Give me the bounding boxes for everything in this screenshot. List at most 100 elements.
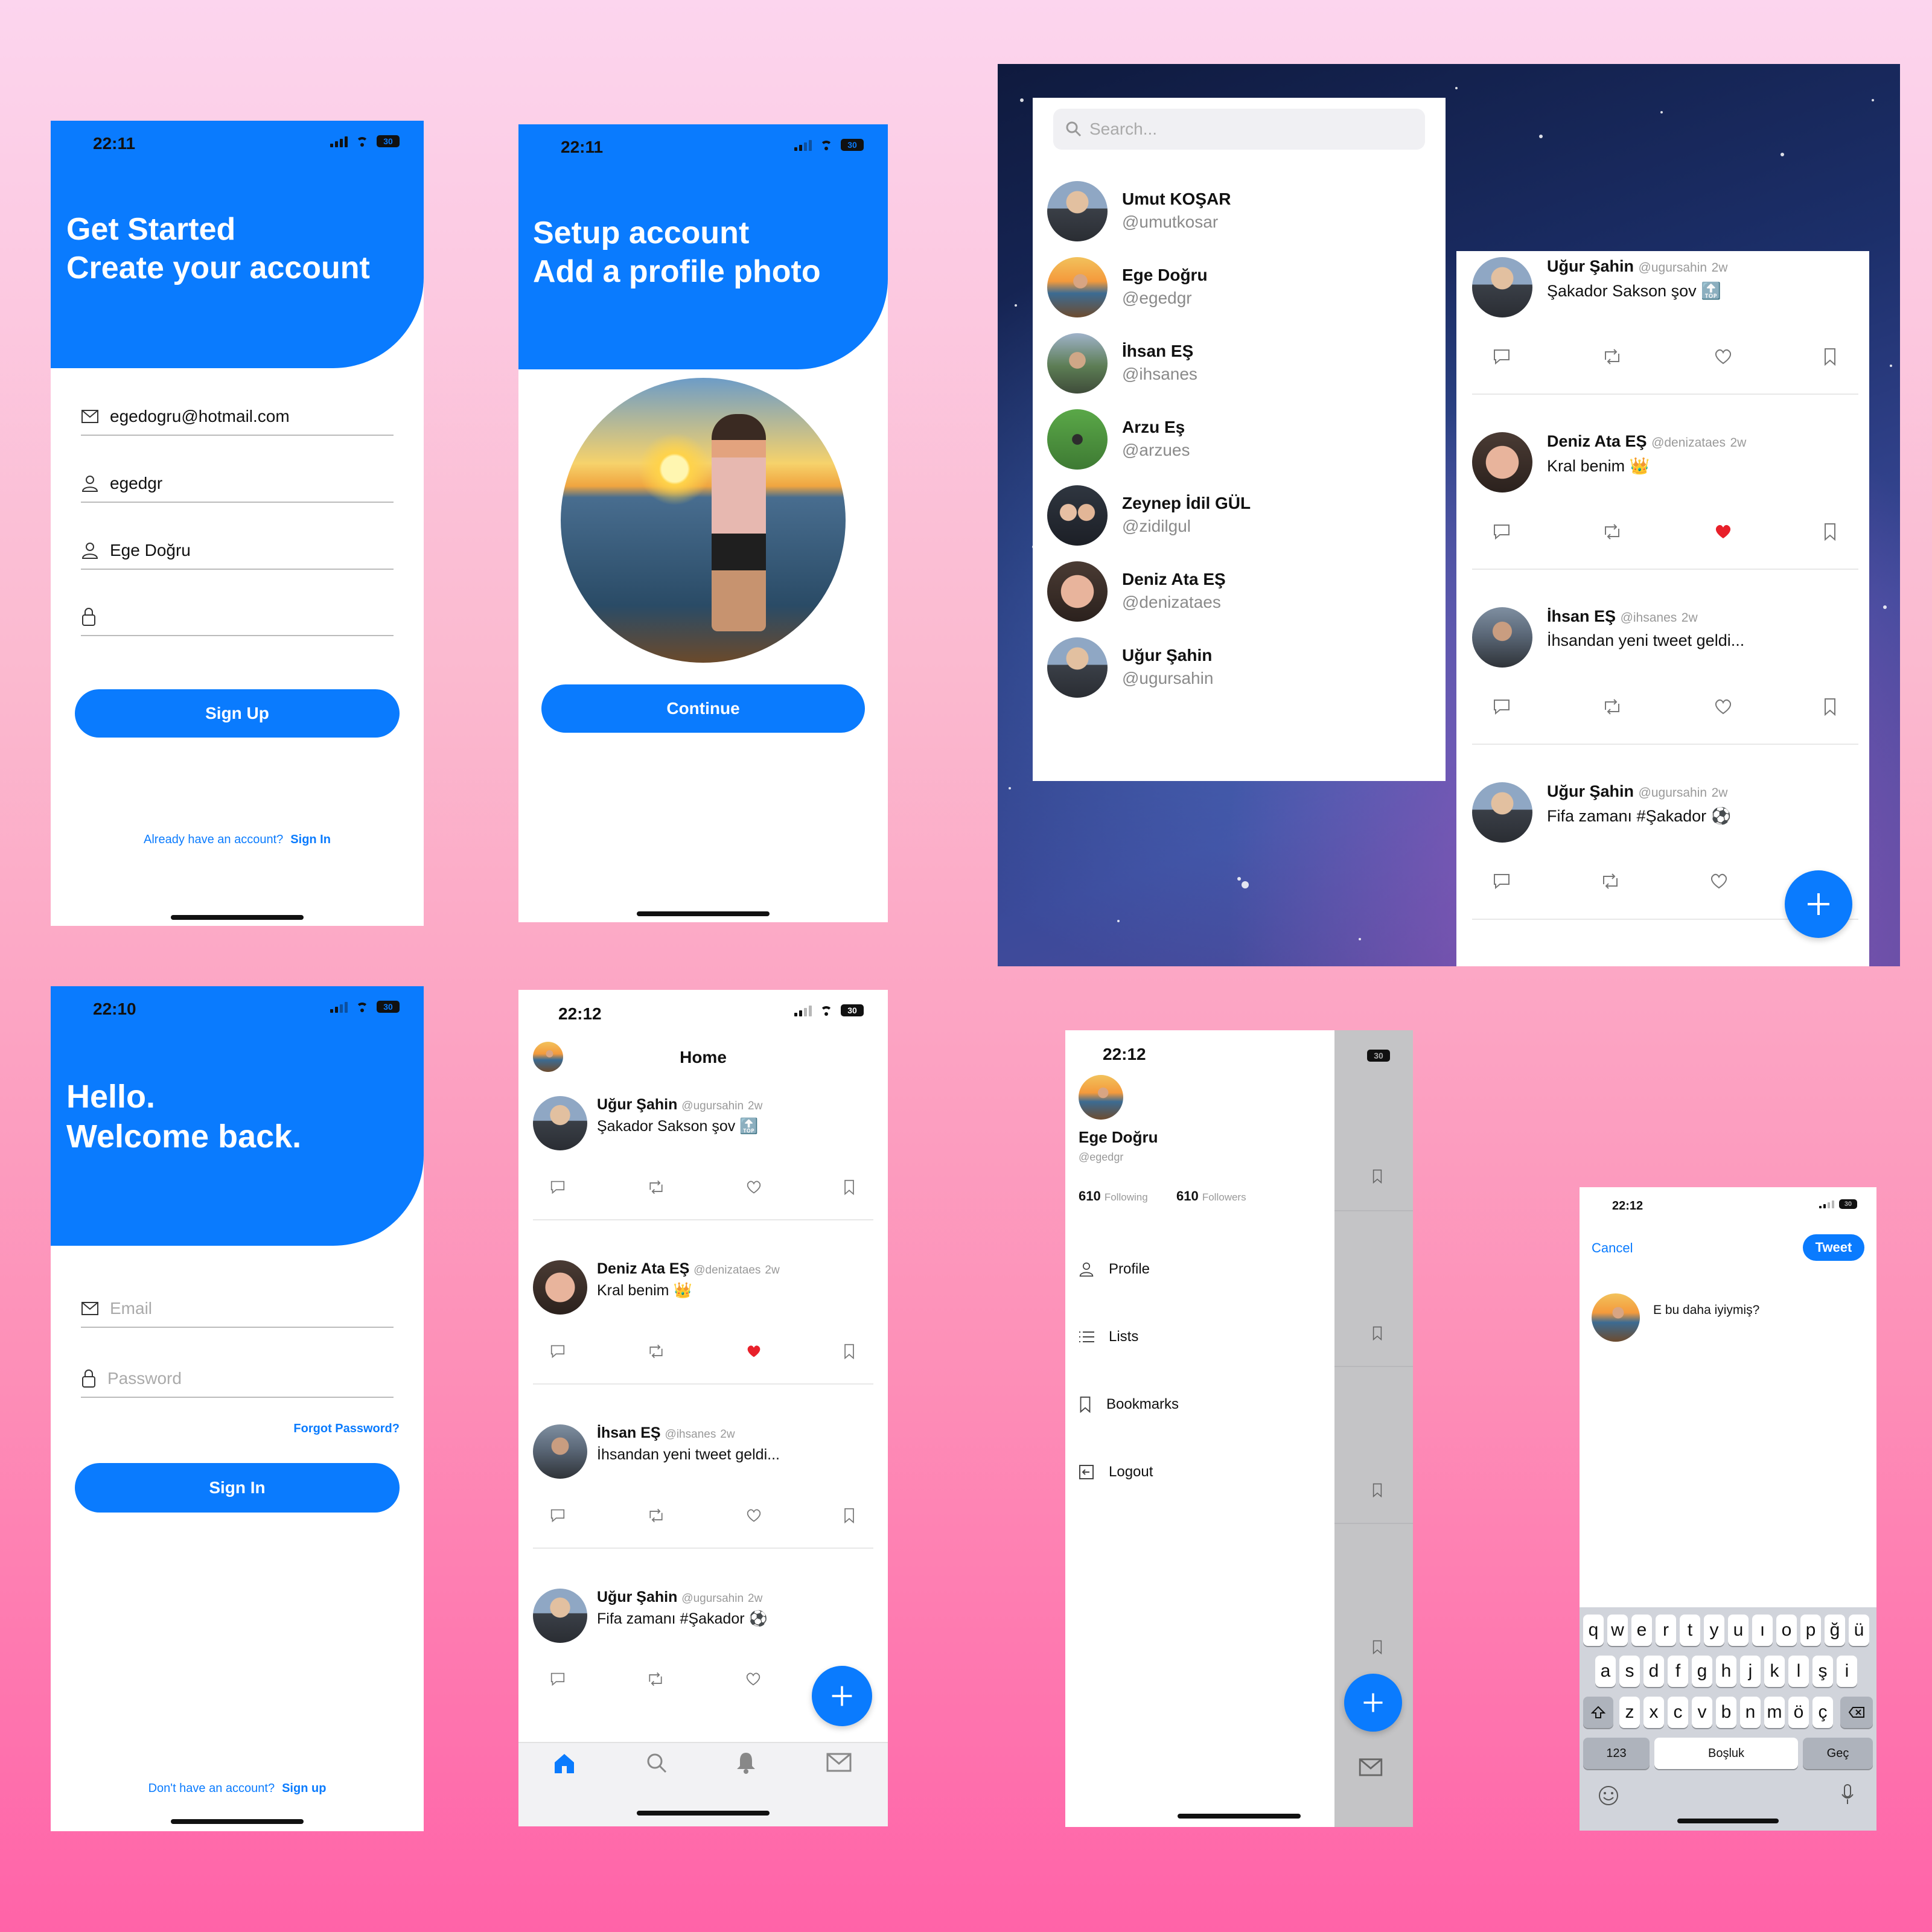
key-h[interactable]: h [1716,1656,1736,1687]
tweet-draft-input[interactable]: E bu daha iyiymiş? [1653,1303,1759,1318]
key-u[interactable]: u [1728,1615,1749,1646]
home-icon[interactable] [552,1752,576,1774]
backspace-key[interactable] [1840,1697,1873,1728]
retweet-icon[interactable] [647,1344,665,1359]
comment-icon[interactable] [1493,698,1511,715]
numbers-key[interactable]: 123 [1583,1738,1650,1769]
heart-icon[interactable] [746,1508,762,1523]
following-stat[interactable]: 610 Following [1079,1188,1148,1204]
heart-icon[interactable] [745,1672,761,1686]
bookmark-icon[interactable] [843,1508,855,1523]
key-s[interactable]: s [1619,1656,1640,1687]
menu-item-bookmarks[interactable]: Bookmarks [1079,1396,1179,1413]
key-a[interactable]: a [1595,1656,1616,1687]
key-r[interactable]: r [1656,1615,1676,1646]
compose-fab[interactable] [1344,1674,1402,1732]
key-m[interactable]: m [1764,1697,1785,1728]
cancel-button[interactable]: Cancel [1592,1240,1633,1256]
retweet-icon[interactable] [1602,524,1622,540]
key-k[interactable]: k [1764,1656,1785,1687]
key-y[interactable]: y [1704,1615,1724,1646]
forgot-password-link[interactable]: Forgot Password? [293,1422,400,1436]
retweet-icon[interactable] [646,1672,665,1686]
key-i[interactable]: i [1837,1656,1857,1687]
key-g[interactable]: g [1692,1656,1712,1687]
menu-item-logout[interactable]: Logout [1079,1464,1153,1481]
key-z[interactable]: z [1619,1697,1640,1728]
sign-up-button[interactable]: Sign Up [75,689,400,738]
key-d[interactable]: d [1643,1656,1664,1687]
retweet-icon[interactable] [647,1180,665,1194]
fullname-field[interactable]: Ege Doğru [81,532,394,570]
key-j[interactable]: j [1740,1656,1761,1687]
key-c[interactable]: c [1668,1697,1688,1728]
comment-icon[interactable] [550,1344,566,1359]
search-bar[interactable]: Search... [1053,109,1425,150]
sign-in-button[interactable]: Sign In [75,1463,400,1513]
menu-item-lists[interactable]: Lists [1079,1328,1138,1345]
user-row[interactable]: Ege Doğru @egedgr [1047,257,1433,324]
bell-icon[interactable] [735,1750,757,1774]
key-p[interactable]: p [1800,1615,1821,1646]
bookmark-icon[interactable] [843,1344,855,1359]
tweet-button[interactable]: Tweet [1803,1234,1864,1261]
password-field[interactable]: Password [81,1360,394,1398]
user-row[interactable]: Uğur Şahin @ugursahin [1047,637,1433,704]
key-x[interactable]: x [1643,1697,1664,1728]
key-u-umlaut[interactable]: ü [1849,1615,1869,1646]
key-w[interactable]: w [1607,1615,1628,1646]
comment-icon[interactable] [1493,348,1511,365]
retweet-icon[interactable] [1602,699,1622,715]
key-t[interactable]: t [1680,1615,1700,1646]
shift-key[interactable] [1583,1697,1613,1728]
compose-fab[interactable] [812,1666,872,1726]
user-row[interactable]: Umut KOŞAR @umutkosar [1047,181,1433,247]
key-o-umlaut[interactable]: ö [1788,1697,1809,1728]
bookmark-icon[interactable] [843,1179,855,1195]
go-key[interactable]: Geç [1803,1738,1873,1769]
dimmed-content[interactable]: 30 [1334,1030,1413,1827]
continue-button[interactable]: Continue [541,684,865,733]
username-field[interactable]: egedgr [81,465,394,503]
email-field[interactable]: egedogru@hotmail.com [81,398,394,436]
heart-icon[interactable] [1710,873,1728,890]
key-o[interactable]: o [1776,1615,1797,1646]
retweet-icon[interactable] [1602,349,1622,365]
sign-in-link[interactable]: Sign In [290,833,331,846]
comment-icon[interactable] [1493,523,1511,540]
key-l[interactable]: l [1788,1656,1809,1687]
user-row[interactable]: İhsan EŞ @ihsanes [1047,333,1433,400]
user-row[interactable]: Zeynep İdil GÜL @zidilgul [1047,485,1433,552]
key-dotless-i[interactable]: ı [1752,1615,1773,1646]
mail-icon[interactable] [826,1753,852,1772]
comment-icon[interactable] [1493,873,1511,890]
heart-icon[interactable] [1714,348,1732,365]
emoji-icon[interactable] [1598,1785,1619,1806]
key-n[interactable]: n [1740,1697,1761,1728]
bookmark-icon[interactable] [1823,348,1837,366]
key-q[interactable]: q [1583,1615,1604,1646]
user-row[interactable]: Deniz Ata EŞ @denizataes [1047,561,1433,628]
retweet-icon[interactable] [647,1508,665,1523]
key-v[interactable]: v [1692,1697,1712,1728]
bookmark-icon[interactable] [1823,698,1837,716]
retweet-icon[interactable] [1600,873,1621,889]
email-field[interactable]: Email [81,1290,394,1328]
key-e[interactable]: e [1631,1615,1652,1646]
followers-stat[interactable]: 610 Followers [1176,1188,1246,1204]
search-icon[interactable] [645,1752,668,1774]
key-b[interactable]: b [1716,1697,1736,1728]
heart-icon[interactable] [1714,698,1732,715]
user-row[interactable]: Arzu Eş @arzues [1047,409,1433,476]
key-f[interactable]: f [1668,1656,1688,1687]
heart-filled-icon[interactable] [746,1344,762,1359]
comment-icon[interactable] [550,1508,566,1523]
bookmark-icon[interactable] [1823,523,1837,541]
comment-icon[interactable] [550,1180,566,1194]
compose-fab[interactable] [1785,870,1852,938]
menu-item-profile[interactable]: Profile [1079,1261,1150,1278]
password-field[interactable] [81,599,394,636]
profile-avatar[interactable] [1079,1075,1123,1120]
comment-icon[interactable] [550,1672,566,1686]
microphone-icon[interactable] [1840,1784,1855,1806]
